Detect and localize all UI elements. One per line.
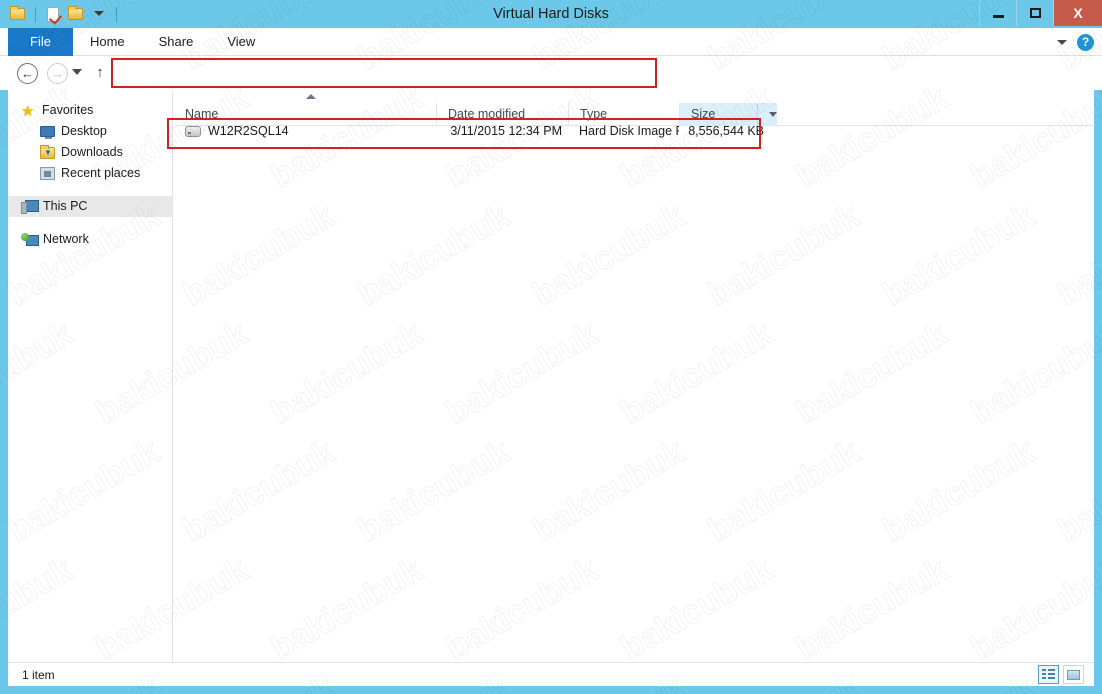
status-bar: 1 item bbox=[8, 662, 1094, 686]
file-type-cell: Hard Disk Image File bbox=[568, 120, 679, 143]
address-bar-row: ← → ↑ ▸ This PC ▸ BACKUP (G:) ▸ W12R2SQL… bbox=[0, 56, 1102, 90]
details-view-button[interactable] bbox=[1038, 665, 1059, 684]
vhd-file-icon bbox=[185, 126, 201, 137]
file-name-label: W12R2SQL14 bbox=[208, 120, 289, 143]
customize-dropdown-icon[interactable] bbox=[89, 4, 109, 24]
sidebar-spacer-1 bbox=[8, 184, 172, 196]
sidebar-item-label: Downloads bbox=[61, 142, 123, 163]
sidebar-item-label: Recent places bbox=[61, 163, 140, 184]
sidebar-item-downloads[interactable]: Downloads bbox=[8, 142, 172, 163]
thumbnail-view-button[interactable] bbox=[1063, 665, 1084, 684]
network-icon bbox=[21, 233, 37, 246]
computer-icon bbox=[21, 200, 37, 213]
back-button[interactable]: ← bbox=[17, 63, 38, 84]
qat-separator-2 bbox=[116, 7, 117, 22]
explorer-window: Virtual Hard Disks X File Home Share Vie… bbox=[0, 0, 1102, 694]
maximize-button[interactable] bbox=[1016, 0, 1053, 26]
properties-icon[interactable] bbox=[43, 4, 63, 24]
sidebar-item-this-pc[interactable]: This PC bbox=[8, 196, 172, 217]
sidebar-item-label: Desktop bbox=[61, 121, 107, 142]
window-title: Virtual Hard Disks bbox=[0, 0, 1102, 28]
file-list: Name Date modified Type Size W12R2SQL14 … bbox=[174, 90, 1094, 662]
qat-separator-1 bbox=[35, 7, 36, 22]
help-icon[interactable]: ? bbox=[1077, 34, 1094, 51]
sidebar-item-label: This PC bbox=[43, 196, 87, 217]
sidebar-spacer-2 bbox=[8, 217, 172, 229]
ribbon-tab-strip: File Home Share View ? bbox=[0, 28, 1102, 56]
tab-home[interactable]: Home bbox=[73, 28, 142, 56]
tab-file[interactable]: File bbox=[8, 28, 73, 56]
up-button[interactable]: ↑ bbox=[92, 64, 108, 82]
title-bar: Virtual Hard Disks X bbox=[0, 0, 1102, 28]
sidebar-item-recent-places[interactable]: Recent places bbox=[8, 163, 172, 184]
navigation-pane: Favorites Desktop Downloads Recent place… bbox=[8, 90, 173, 662]
recent-places-icon bbox=[40, 167, 55, 180]
sidebar-item-label: Network bbox=[43, 229, 89, 250]
close-button[interactable]: X bbox=[1053, 0, 1102, 26]
sidebar-item-desktop[interactable]: Desktop bbox=[8, 121, 172, 142]
quick-access-toolbar bbox=[8, 2, 121, 26]
window-controls: X bbox=[979, 0, 1102, 26]
monitor-icon bbox=[40, 126, 55, 137]
explorer-body: Favorites Desktop Downloads Recent place… bbox=[8, 90, 1094, 662]
minimize-button[interactable] bbox=[979, 0, 1016, 26]
item-count-label: 1 item bbox=[22, 663, 55, 687]
recent-locations-icon[interactable] bbox=[72, 69, 82, 75]
file-name-cell: W12R2SQL14 bbox=[174, 120, 436, 143]
file-size-cell: 8,556,544 KB bbox=[679, 120, 777, 143]
file-date-cell: 3/11/2015 12:34 PM bbox=[436, 120, 568, 143]
folder-icon[interactable] bbox=[8, 4, 28, 24]
ribbon-tabs: File Home Share View bbox=[8, 28, 272, 56]
ribbon-right-controls: ? bbox=[1057, 28, 1094, 56]
view-mode-buttons bbox=[1038, 665, 1084, 684]
forward-button[interactable]: → bbox=[47, 63, 68, 84]
chevron-down-icon[interactable] bbox=[1057, 40, 1067, 45]
downloads-folder-icon bbox=[40, 147, 55, 159]
sidebar-item-favorites[interactable]: Favorites bbox=[8, 100, 172, 121]
tab-view[interactable]: View bbox=[210, 28, 272, 56]
tab-share[interactable]: Share bbox=[142, 28, 211, 56]
table-row[interactable]: W12R2SQL14 3/11/2015 12:34 PM Hard Disk … bbox=[174, 120, 1094, 143]
sidebar-item-network[interactable]: Network bbox=[8, 229, 172, 250]
new-folder-icon[interactable] bbox=[66, 4, 86, 24]
sort-ascending-icon bbox=[306, 94, 316, 99]
sidebar-item-label: Favorites bbox=[42, 100, 93, 121]
